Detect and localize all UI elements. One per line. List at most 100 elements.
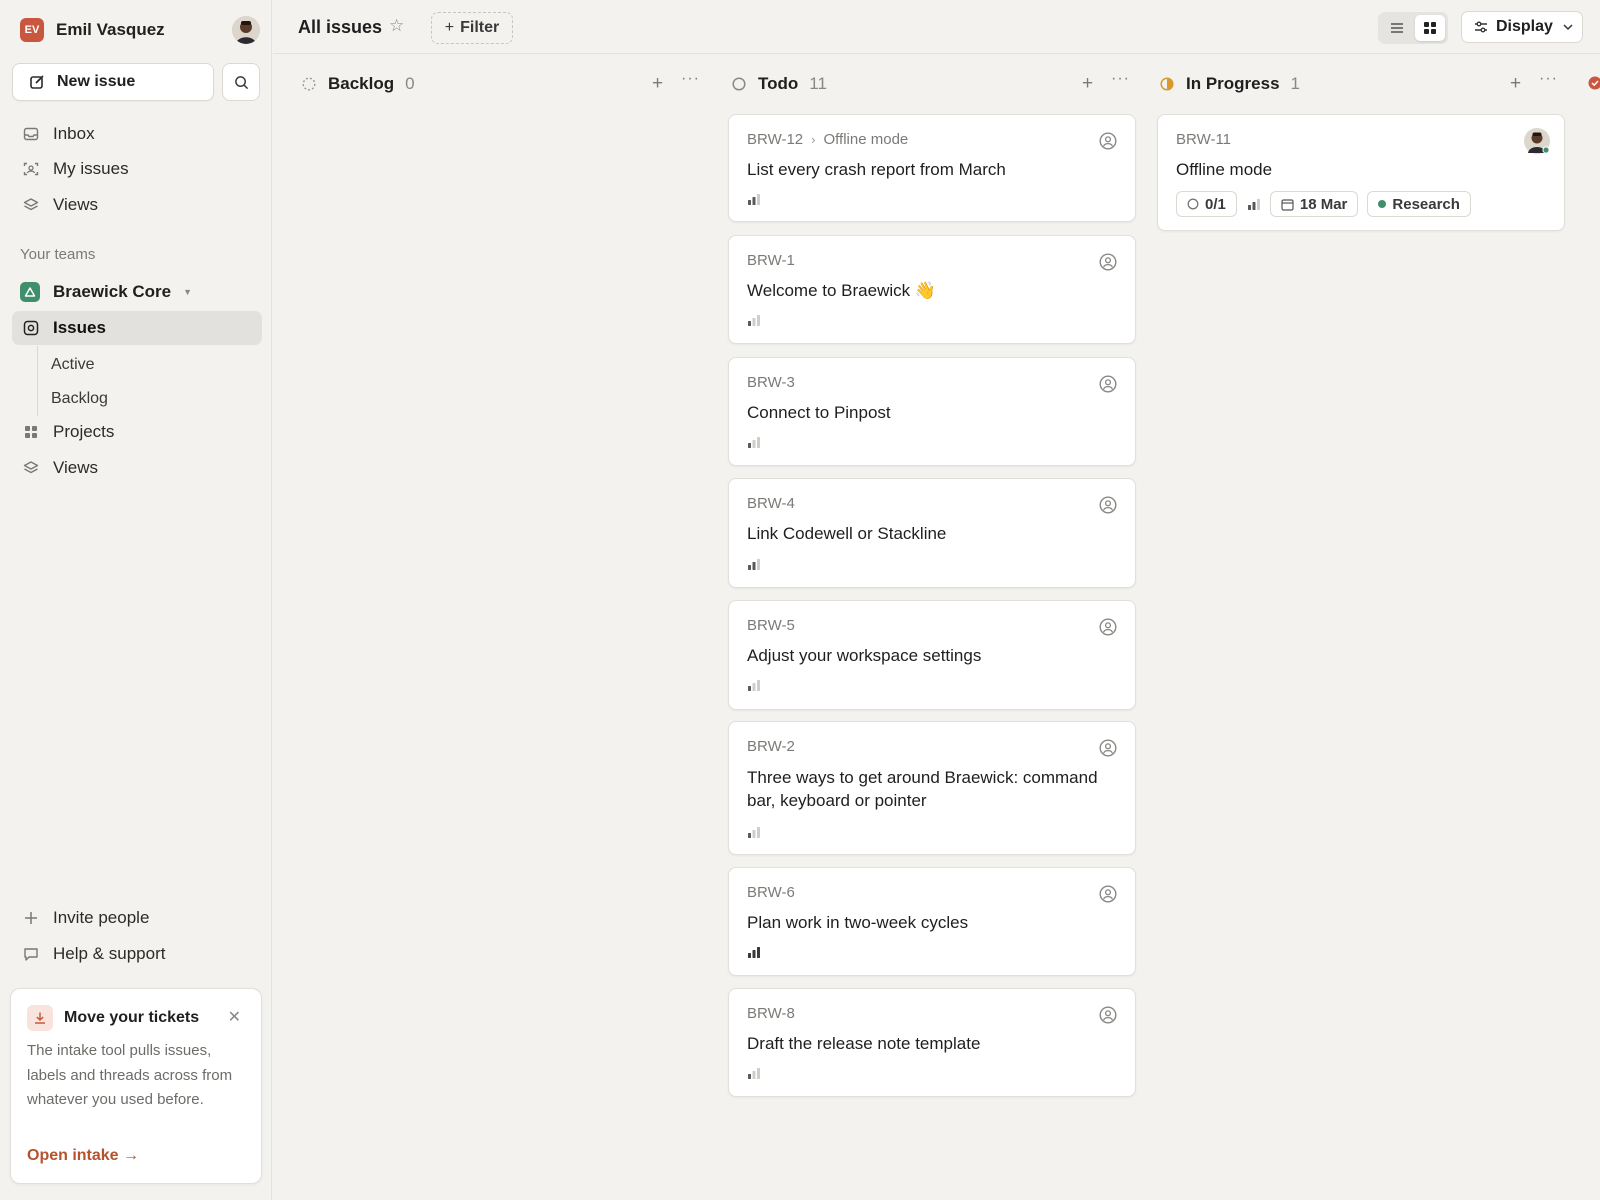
unassigned-avatar-icon[interactable]	[1099, 496, 1117, 514]
add-issue-in-progress-button[interactable]: +	[1510, 73, 1521, 95]
user-avatar[interactable]	[232, 16, 260, 44]
due-date-chip[interactable]: 18 Mar	[1269, 191, 1359, 217]
issue-id-row: BRW-8	[747, 1005, 795, 1022]
column-header-backlog: Backlog 0	[302, 72, 415, 96]
new-issue-button[interactable]: New issue	[12, 63, 214, 101]
column-more-icon[interactable]: ···	[681, 70, 700, 88]
issue-id-row: BRW-5	[747, 617, 795, 634]
close-icon[interactable]: ✕	[228, 1007, 241, 1027]
nav-team-issues-label: Issues	[53, 318, 106, 337]
issue-title: Link Codewell or Stackline	[747, 524, 947, 543]
priority-low-icon[interactable]	[747, 436, 761, 448]
issue-id-row: BRW-11	[1176, 131, 1231, 148]
priority-high-icon[interactable]	[747, 946, 761, 958]
unassigned-avatar-icon[interactable]	[1099, 132, 1117, 150]
column-name: In Progress	[1186, 74, 1280, 93]
nav-team-views[interactable]: Views	[12, 451, 262, 485]
filter-button[interactable]: + Filter	[431, 12, 513, 44]
unassigned-avatar-icon[interactable]	[1099, 375, 1117, 393]
issue-title: Plan work in two-week cycles	[747, 913, 969, 932]
done-status-icon	[1588, 76, 1600, 90]
list-icon	[1391, 23, 1403, 33]
filter-label: Filter	[460, 19, 500, 36]
issue-id-row: BRW-6	[747, 884, 795, 901]
display-button[interactable]: Display	[1461, 11, 1583, 43]
unassigned-avatar-icon[interactable]	[1099, 1006, 1117, 1024]
subtasks-chip[interactable]: 0/1	[1176, 191, 1237, 217]
add-issue-todo-button[interactable]: +	[1082, 73, 1093, 95]
issue-id-row: BRW-1	[747, 252, 795, 269]
issue-id-row: BRW-2	[747, 738, 795, 755]
priority-low-icon[interactable]	[747, 1067, 761, 1079]
open-intake-link[interactable]: Open intake →	[27, 1147, 139, 1165]
chevron-down-icon	[1563, 23, 1573, 30]
workspace-switcher[interactable]: EV Emil Vasquez	[20, 16, 260, 44]
issue-card[interactable]: BRW-4 Link Codewell or Stackline	[728, 478, 1136, 588]
team-braewick-core[interactable]: Braewick Core ▼	[20, 280, 192, 304]
issue-title: Connect to Pinpost	[747, 403, 891, 422]
assignee-avatar[interactable]	[1524, 128, 1550, 154]
subtask-circle-icon	[1187, 198, 1199, 210]
label-chip[interactable]: Research	[1367, 191, 1471, 217]
search-icon	[234, 75, 248, 89]
nav-team-backlog[interactable]: Backlog	[51, 390, 108, 408]
nav-team-active[interactable]: Active	[51, 356, 95, 374]
issue-card[interactable]: BRW-2 Three ways to get around Braewick:…	[728, 721, 1136, 855]
column-count: 11	[809, 74, 827, 93]
nav-views[interactable]: Views	[12, 188, 262, 222]
issue-card[interactable]: BRW-8 Draft the release note template	[728, 988, 1136, 1097]
search-button[interactable]	[222, 63, 260, 101]
issue-meta-row: 0/1 18 Mar Research	[1176, 191, 1471, 217]
nav-inbox[interactable]: Inbox	[12, 117, 262, 151]
workspace-badge: EV	[20, 18, 44, 42]
projects-icon	[22, 423, 40, 441]
help-support-link[interactable]: Help & support	[12, 937, 262, 971]
add-issue-backlog-button[interactable]: +	[652, 73, 663, 95]
issue-card[interactable]: BRW-3 Connect to Pinpost	[728, 357, 1136, 466]
layers-icon	[22, 459, 40, 477]
issue-card[interactable]: BRW-12 › Offline mode List every crash rep…	[728, 114, 1136, 222]
column-more-icon[interactable]: ···	[1111, 70, 1130, 88]
invite-people-link[interactable]: Invite people	[12, 901, 262, 935]
issue-card[interactable]: BRW-5 Adjust your workspace settings	[728, 600, 1136, 710]
unassigned-avatar-icon[interactable]	[1099, 618, 1117, 636]
issue-id-row: BRW-3	[747, 374, 795, 391]
column-name: Backlog	[328, 74, 395, 93]
promo-title: Move your tickets	[64, 1009, 200, 1026]
issue-card[interactable]: BRW-1 Welcome to Braewick 👋	[728, 235, 1136, 344]
priority-low-icon[interactable]	[747, 679, 761, 691]
nav-team-projects[interactable]: Projects	[12, 415, 262, 449]
caret-down-icon[interactable]: ▼	[183, 287, 192, 297]
team-name: Braewick Core	[53, 282, 172, 301]
nav-my-issues[interactable]: My issues	[12, 152, 262, 186]
issue-id: BRW-6	[747, 884, 795, 901]
priority-low-icon[interactable]	[747, 826, 761, 838]
issue-title: Adjust your workspace settings	[747, 646, 982, 665]
issues-icon	[22, 319, 40, 337]
display-label: Display	[1496, 18, 1553, 35]
column-header-in-progress: In Progress 1	[1160, 72, 1300, 96]
priority-medium-icon[interactable]	[1247, 198, 1261, 210]
nav-team-issues[interactable]: Issues	[12, 311, 262, 345]
priority-medium-icon[interactable]	[747, 558, 761, 570]
issue-card[interactable]: BRW-6 Plan work in two-week cycles	[728, 867, 1136, 976]
issue-id: BRW-4	[747, 495, 795, 512]
column-name: Todo	[758, 74, 799, 93]
priority-low-icon[interactable]	[747, 314, 761, 326]
issue-title: Offline mode	[1176, 160, 1273, 179]
column-header-todo: Todo 11	[732, 72, 827, 96]
board-view-button[interactable]	[1415, 15, 1445, 41]
parent-issue: Offline mode	[823, 131, 909, 148]
column-more-icon[interactable]: ···	[1539, 70, 1558, 88]
priority-medium-icon[interactable]	[747, 193, 761, 205]
unassigned-avatar-icon[interactable]	[1099, 253, 1117, 271]
issue-card[interactable]: BRW-11 Offline mode 0/1 18 Mar Research	[1157, 114, 1565, 231]
compose-icon	[30, 75, 44, 89]
in-progress-status-icon	[1160, 77, 1174, 91]
promo-body: The intake tool pulls issues, labels and…	[27, 1042, 233, 1108]
page-title: All issues	[298, 17, 383, 37]
unassigned-avatar-icon[interactable]	[1099, 739, 1117, 757]
star-icon[interactable]: ☆	[389, 16, 404, 36]
unassigned-avatar-icon[interactable]	[1099, 885, 1117, 903]
list-view-button[interactable]	[1382, 15, 1412, 41]
